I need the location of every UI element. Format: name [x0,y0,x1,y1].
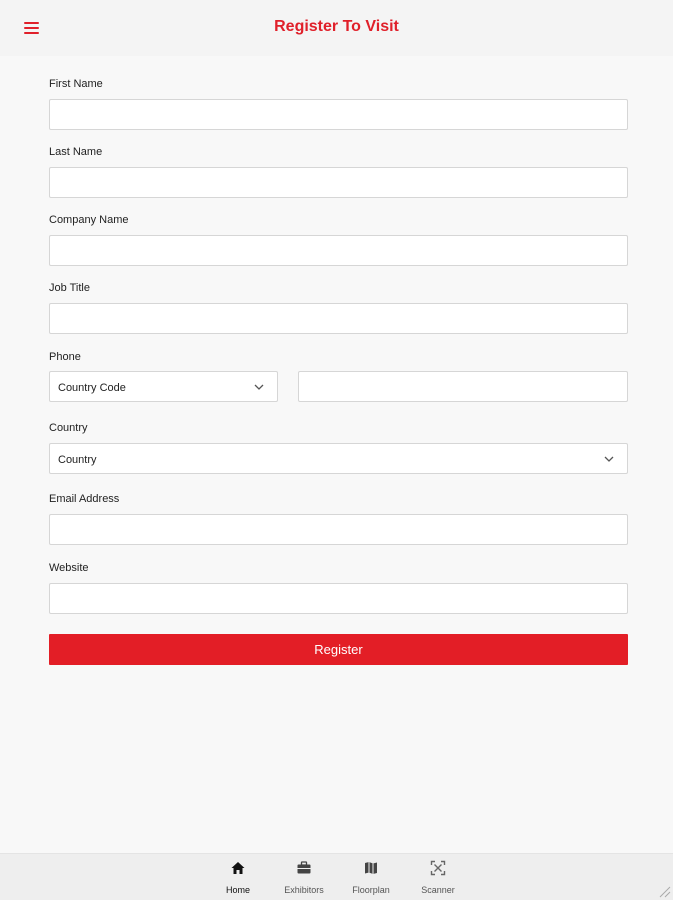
chevron-down-icon [604,456,614,462]
home-icon [231,862,245,874]
tab-exhibitors-label: Exhibitors [284,885,324,895]
phone-number-input[interactable] [298,371,628,402]
first-name-input[interactable] [49,99,628,130]
bottom-tab-bar: Home Exhibitors Floorplan Scanner [0,853,673,900]
tab-scanner-label: Scanner [421,885,455,895]
country-code-select[interactable]: Country Code [49,371,278,402]
website-label: Website [49,562,89,574]
page-title: Register To Visit [274,18,399,35]
phone-label: Phone [49,351,81,363]
country-select[interactable]: Country [49,443,628,474]
app-header: Register To Visit [0,0,673,56]
country-select-value: Country [58,454,97,466]
tab-home[interactable]: Home [208,854,268,900]
tab-exhibitors[interactable]: Exhibitors [274,854,334,900]
job-title-input[interactable] [49,303,628,334]
tab-home-label: Home [225,885,250,895]
tab-floorplan-label: Floorplan [352,885,390,895]
briefcase-icon [297,861,311,874]
company-name-label: Company Name [49,214,129,226]
register-button[interactable]: Register [49,634,628,665]
website-input[interactable] [49,583,628,614]
tab-floorplan[interactable]: Floorplan [341,854,401,900]
email-label: Email Address [49,493,120,505]
tab-scanner[interactable]: Scanner [408,854,468,900]
job-title-label: Job Title [49,282,90,294]
email-input[interactable] [49,514,628,545]
company-name-input[interactable] [49,235,628,266]
country-label: Country [49,422,88,434]
last-name-label: Last Name [49,146,103,158]
map-icon [365,862,377,874]
country-code-value: Country Code [58,382,126,394]
last-name-input[interactable] [49,167,628,198]
resize-grip-icon[interactable] [657,884,671,898]
chevron-down-icon [254,384,264,390]
qr-scanner-icon [430,860,446,876]
first-name-label: First Name [49,78,103,90]
